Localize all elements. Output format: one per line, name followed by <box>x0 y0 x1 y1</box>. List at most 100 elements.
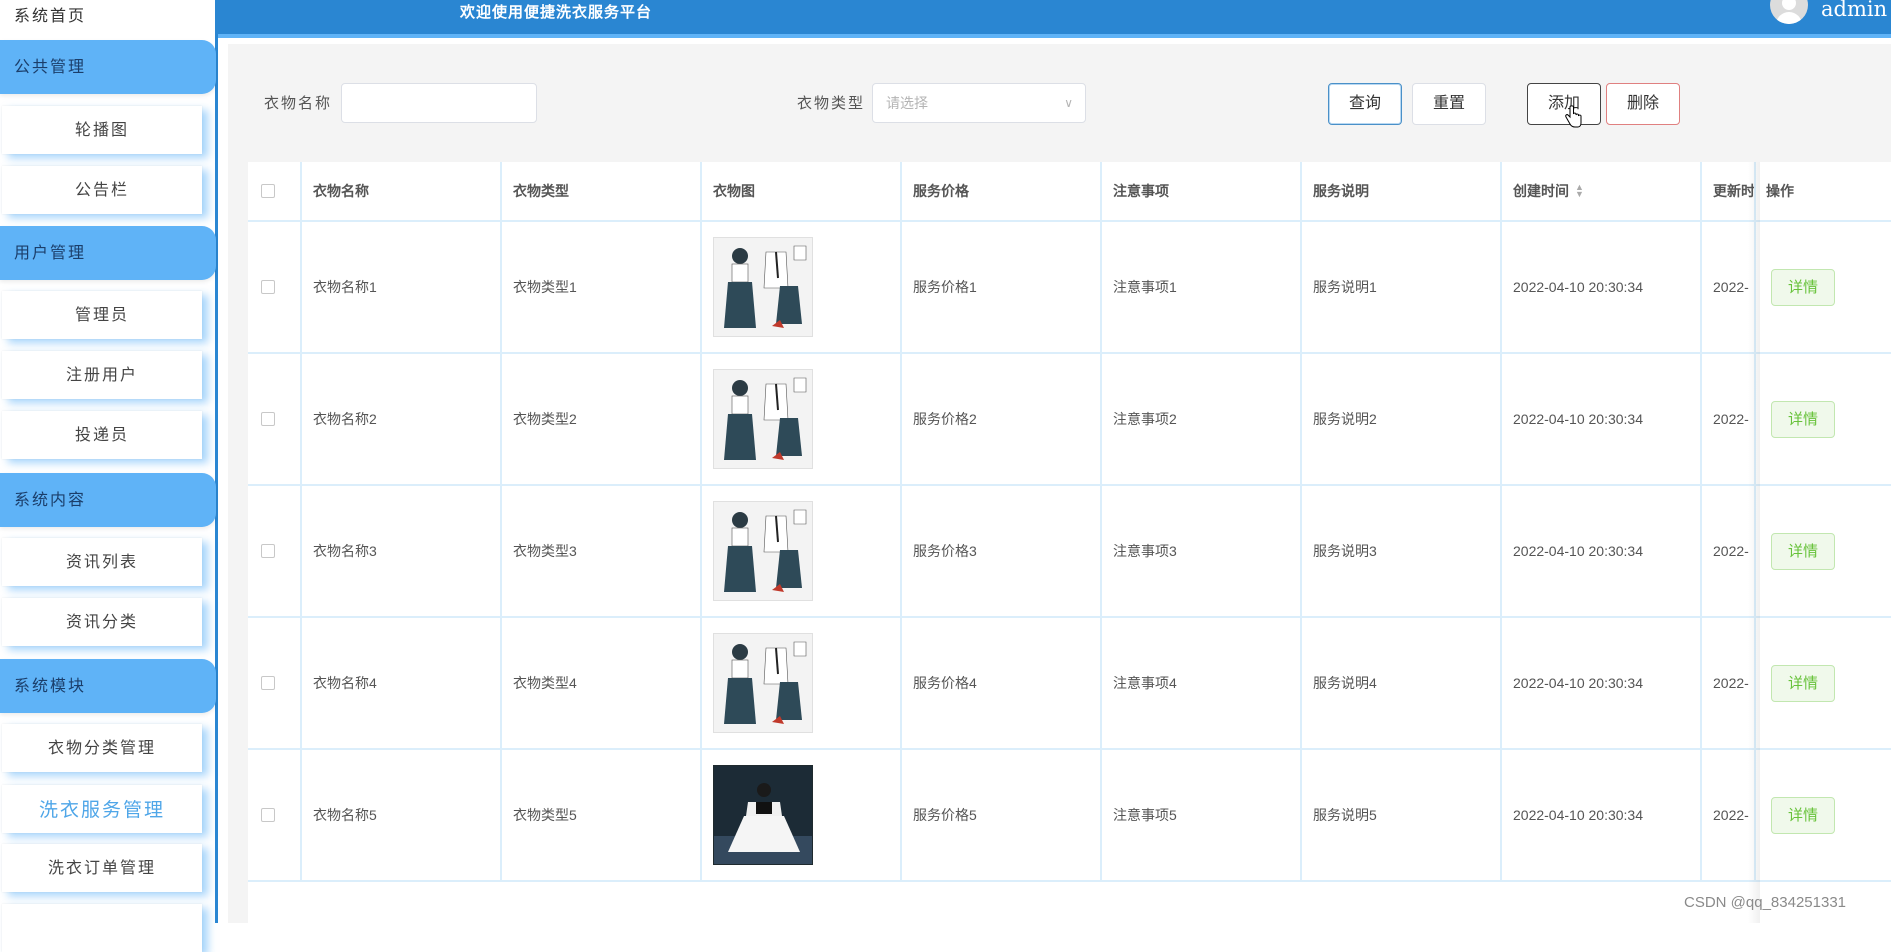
cell-name: 衣物名称4 <box>302 618 502 748</box>
reset-button[interactable]: 重置 <box>1412 83 1486 125</box>
cell-name: 衣物名称1 <box>302 222 502 352</box>
sidebar-item-admins[interactable]: 管理员 <box>2 291 202 339</box>
chevron-down-icon: ∨ <box>1064 96 1073 110</box>
cell-created: 2022-04-10 20:30:34 <box>1502 618 1702 748</box>
detail-button[interactable]: 详情 <box>1771 532 1835 570</box>
cell-price: 服务价格2 <box>902 354 1102 484</box>
select-all-checkbox[interactable] <box>261 184 275 198</box>
cell-name: 衣物名称2 <box>302 354 502 484</box>
cell-created: 2022-04-10 20:30:34 <box>1502 486 1702 616</box>
sidebar-group-modules[interactable]: 系统模块 <box>0 659 216 713</box>
cell-note: 注意事项1 <box>1102 222 1302 352</box>
column-header-type: 衣物类型 <box>502 162 702 220</box>
table-row: 衣物名称2 衣物类型2 服务价格2 注意事项2 服务说明2 2022-04-10 20:3… <box>248 354 1891 486</box>
clothing-thumbnail[interactable] <box>713 765 813 865</box>
column-header-note: 注意事项 <box>1102 162 1302 220</box>
cell-desc: 服务说明2 <box>1302 354 1502 484</box>
detail-button[interactable]: 详情 <box>1771 400 1835 438</box>
clothing-thumbnail[interactable] <box>713 633 813 733</box>
clothing-sketch-image <box>714 370 812 468</box>
cell-action: 详情 <box>1756 486 1891 616</box>
cell-note: 注意事项4 <box>1102 618 1302 748</box>
detail-button[interactable]: 详情 <box>1771 664 1835 702</box>
sidebar-item-home[interactable]: 系统首页 <box>14 2 86 26</box>
clothing-type-select[interactable]: 请选择 ∨ <box>872 83 1086 123</box>
sidebar-item-couriers[interactable]: 投递员 <box>2 411 202 459</box>
cell-type: 衣物类型2 <box>502 354 702 484</box>
row-checkbox[interactable] <box>261 412 275 426</box>
sidebar-item-carousel[interactable]: 轮播图 <box>2 106 202 154</box>
cell-desc: 服务说明4 <box>1302 618 1502 748</box>
row-checkbox[interactable] <box>261 544 275 558</box>
avatar-icon <box>1782 0 1796 10</box>
table-row: 衣物名称4 衣物类型4 服务价格4 注意事项4 服务说明4 2022-04-10 20:3… <box>248 618 1891 750</box>
clothing-name-input[interactable] <box>341 83 537 123</box>
detail-button[interactable]: 详情 <box>1771 268 1835 306</box>
clothing-thumbnail[interactable] <box>713 369 813 469</box>
cell-price: 服务价格3 <box>902 486 1102 616</box>
sidebar-group-users[interactable]: 用户管理 <box>0 226 216 280</box>
cell-name: 衣物名称5 <box>302 750 502 880</box>
clothing-thumbnail[interactable] <box>713 237 813 337</box>
column-header-price: 服务价格 <box>902 162 1102 220</box>
clothing-thumbnail[interactable] <box>713 501 813 601</box>
sidebar-group-content[interactable]: 系统内容 <box>0 473 216 527</box>
cell-action: 详情 <box>1756 354 1891 484</box>
cell-created: 2022-04-10 20:30:34 <box>1502 354 1702 484</box>
cell-type: 衣物类型3 <box>502 486 702 616</box>
sort-icon[interactable]: ▲ ▼ <box>1575 183 1584 199</box>
clothing-sketch-image <box>714 502 812 600</box>
cell-desc: 服务说明1 <box>1302 222 1502 352</box>
sidebar-item-laundry-orders[interactable]: 洗衣订单管理 <box>2 844 202 892</box>
row-checkbox[interactable] <box>261 280 275 294</box>
avatar[interactable] <box>1770 0 1808 24</box>
query-button[interactable]: 查询 <box>1328 83 1402 125</box>
clothing-sketch-image <box>714 238 812 336</box>
table-row: 衣物名称1 衣物类型1 服务价格1 注意事项1 服务说明1 2022-04-10 20:3… <box>248 222 1891 354</box>
cell-price: 服务价格5 <box>902 750 1102 880</box>
sidebar-item-notice[interactable]: 公告栏 <box>2 166 202 214</box>
column-header-desc: 服务说明 <box>1302 162 1502 220</box>
sidebar-item-clothing-category[interactable]: 衣物分类管理 <box>2 724 202 772</box>
detail-button[interactable]: 详情 <box>1771 796 1835 834</box>
main-content: 衣物名称 衣物类型 请选择 ∨ 查询 重置 添加 删除 衣物名称 衣物类型 衣物… <box>228 44 1891 923</box>
sidebar-group-public[interactable]: 公共管理 <box>0 40 216 94</box>
sidebar-item-laundry-service[interactable]: 洗衣服务管理 <box>2 785 202 833</box>
watermark: CSDN @qq_834251331 <box>1684 894 1847 911</box>
table-row: 衣物名称5 衣物类型5 服务价格5 注意事项5 服务说明5 2022-04-10 20:3… <box>248 750 1891 882</box>
hand-cursor-icon <box>1565 105 1582 128</box>
cell-desc: 服务说明5 <box>1302 750 1502 880</box>
cell-created: 2022-04-10 20:30:34 <box>1502 222 1702 352</box>
sidebar-item-news-category[interactable]: 资讯分类 <box>2 598 202 646</box>
cell-price: 服务价格4 <box>902 618 1102 748</box>
row-checkbox[interactable] <box>261 808 275 822</box>
username[interactable]: admin <box>1821 0 1887 21</box>
cell-type: 衣物类型5 <box>502 750 702 880</box>
clothing-sketch-image <box>714 634 812 732</box>
sidebar: 系统首页 公共管理 轮播图 公告栏 用户管理 管理员 注册用户 投递员 系统内容… <box>0 0 218 952</box>
table-header-row: 衣物名称 衣物类型 衣物图 服务价格 注意事项 服务说明 创建时间 ▲ ▼ 更新时… <box>248 162 1891 222</box>
sidebar-item-news-list[interactable]: 资讯列表 <box>2 538 202 586</box>
top-header: 欢迎使用便捷洗衣服务平台 admin <box>218 0 1891 38</box>
clothing-type-label: 衣物类型 <box>797 94 866 112</box>
cell-action: 详情 <box>1756 750 1891 880</box>
cell-note: 注意事项3 <box>1102 486 1302 616</box>
delete-button[interactable]: 删除 <box>1606 83 1680 125</box>
cell-type: 衣物类型1 <box>502 222 702 352</box>
column-header-image: 衣物图 <box>702 162 902 220</box>
cell-action: 详情 <box>1756 618 1891 748</box>
cell-image <box>702 354 902 484</box>
cell-image <box>702 486 902 616</box>
cell-action: 详情 <box>1756 222 1891 352</box>
column-header-created[interactable]: 创建时间 ▲ ▼ <box>1502 162 1702 220</box>
row-checkbox[interactable] <box>261 676 275 690</box>
cell-price: 服务价格1 <box>902 222 1102 352</box>
select-placeholder: 请选择 <box>886 95 928 111</box>
cell-type: 衣物类型4 <box>502 618 702 748</box>
clothing-name-label: 衣物名称 <box>264 94 333 112</box>
sidebar-item-more[interactable] <box>2 904 202 952</box>
cell-image <box>702 618 902 748</box>
table-row: 衣物名称3 衣物类型3 服务价格3 注意事项3 服务说明3 2022-04-10 20:3… <box>248 486 1891 618</box>
clothing-table: 衣物名称 衣物类型 衣物图 服务价格 注意事项 服务说明 创建时间 ▲ ▼ 更新时… <box>248 162 1891 923</box>
sidebar-item-registered-users[interactable]: 注册用户 <box>2 351 202 399</box>
